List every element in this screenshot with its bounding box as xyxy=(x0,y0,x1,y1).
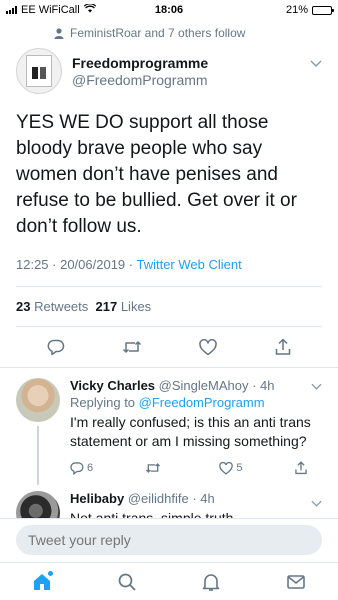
tab-bar xyxy=(0,562,338,600)
person-icon xyxy=(54,27,64,39)
reply-header: Helibaby @eilidhfife · 4h xyxy=(70,491,322,506)
like-count: 5 xyxy=(236,462,243,474)
social-context[interactable]: FeministRoar and 7 others follow xyxy=(0,20,338,42)
search-icon xyxy=(117,572,137,592)
tab-search[interactable] xyxy=(107,566,147,598)
likes-label: Likes xyxy=(117,299,152,314)
tweet-timestamp: 12:25 · 20/06/2019 · xyxy=(16,257,137,272)
retweet-icon xyxy=(145,461,161,475)
carrier-label: EE WiFiCall xyxy=(21,4,80,16)
tab-messages[interactable] xyxy=(276,566,316,598)
replying-prefix: Replying to xyxy=(70,395,139,410)
reply-actions: 6 5 xyxy=(70,459,322,477)
status-bar: EE WiFiCall 18:06 21% xyxy=(0,0,338,20)
share-icon[interactable] xyxy=(274,338,292,356)
chevron-down-icon[interactable] xyxy=(310,58,322,70)
reply-time: · 4h xyxy=(188,491,215,506)
tab-home[interactable] xyxy=(22,566,62,598)
replying-to: Replying to @FreedomProgramm xyxy=(70,395,322,410)
like-icon[interactable] xyxy=(198,338,217,356)
battery-icon xyxy=(311,5,334,15)
reply-text: I'm really confused; is this an anti tra… xyxy=(70,414,311,449)
like-button[interactable]: 5 xyxy=(219,461,259,475)
notifications-icon xyxy=(201,572,221,592)
tab-notifications[interactable] xyxy=(191,566,231,598)
reply-username[interactable]: @SingleMAhoy xyxy=(159,378,249,393)
likes-count: 217 xyxy=(95,299,118,314)
main-tweet: Freedomprogramme @FreedomProgramm YES WE… xyxy=(0,42,338,286)
tweet-actions xyxy=(0,327,338,367)
replying-mention[interactable]: @FreedomProgramm xyxy=(139,395,265,410)
status-time: 18:06 xyxy=(154,4,184,16)
reply-button[interactable]: 6 xyxy=(70,461,110,475)
avatar[interactable] xyxy=(16,378,60,422)
unread-indicator xyxy=(48,570,54,576)
tweet-meta: 12:25 · 20/06/2019 · Twitter Web Client xyxy=(16,257,322,272)
username[interactable]: @FreedomProgramm xyxy=(72,72,208,88)
share-button[interactable] xyxy=(294,461,308,475)
reply-icon[interactable] xyxy=(47,338,65,356)
tweet-stats[interactable]: 23 Retweets 217 Likes xyxy=(0,287,338,326)
reply-body: Vicky Charles @SingleMAhoy · 4h Replying… xyxy=(70,378,322,477)
wifi-icon xyxy=(83,3,96,16)
thread-line xyxy=(37,426,39,485)
author-names: Freedomprogramme @FreedomProgramm xyxy=(72,55,208,88)
reply-username[interactable]: @eilidhfife xyxy=(128,491,189,506)
reply-count: 6 xyxy=(87,462,94,474)
tweet-meta-wrap: 12:25 · 20/06/2019 · Twitter Web Client xyxy=(16,257,322,286)
reply-input[interactable] xyxy=(16,525,322,555)
social-context-text: FeministRoar and 7 others follow xyxy=(70,26,246,40)
chevron-down-icon[interactable] xyxy=(311,499,322,510)
reply-tweet[interactable]: Vicky Charles @SingleMAhoy · 4h Replying… xyxy=(0,368,338,485)
share-icon xyxy=(294,461,308,475)
reply-icon xyxy=(70,461,84,475)
reply-display-name[interactable]: Helibaby xyxy=(70,491,124,506)
like-icon xyxy=(219,461,234,475)
display-name[interactable]: Freedomprogramme xyxy=(72,55,208,71)
retweet-button[interactable] xyxy=(145,461,185,475)
messages-icon xyxy=(286,573,306,591)
reply-header: Vicky Charles @SingleMAhoy · 4h xyxy=(70,378,322,393)
tweet-text: YES WE DO support all those bloody brave… xyxy=(16,112,297,237)
reply-time: · 4h xyxy=(248,378,275,393)
reply-composer xyxy=(0,518,338,562)
avatar[interactable] xyxy=(16,48,62,94)
retweets-count: 23 xyxy=(16,299,31,314)
retweets-label: Retweets xyxy=(30,299,89,314)
reply-display-name[interactable]: Vicky Charles xyxy=(70,378,155,393)
tweet-client[interactable]: Twitter Web Client xyxy=(136,257,241,272)
status-left: EE WiFiCall xyxy=(6,3,126,16)
status-right: 21% xyxy=(212,4,334,16)
battery-percent: 21% xyxy=(285,4,308,16)
avatar-image xyxy=(26,55,52,87)
tweet-author[interactable]: Freedomprogramme @FreedomProgramm xyxy=(16,48,322,94)
signal-icon xyxy=(6,6,17,14)
retweet-icon[interactable] xyxy=(122,338,142,356)
chevron-down-icon[interactable] xyxy=(311,382,322,393)
